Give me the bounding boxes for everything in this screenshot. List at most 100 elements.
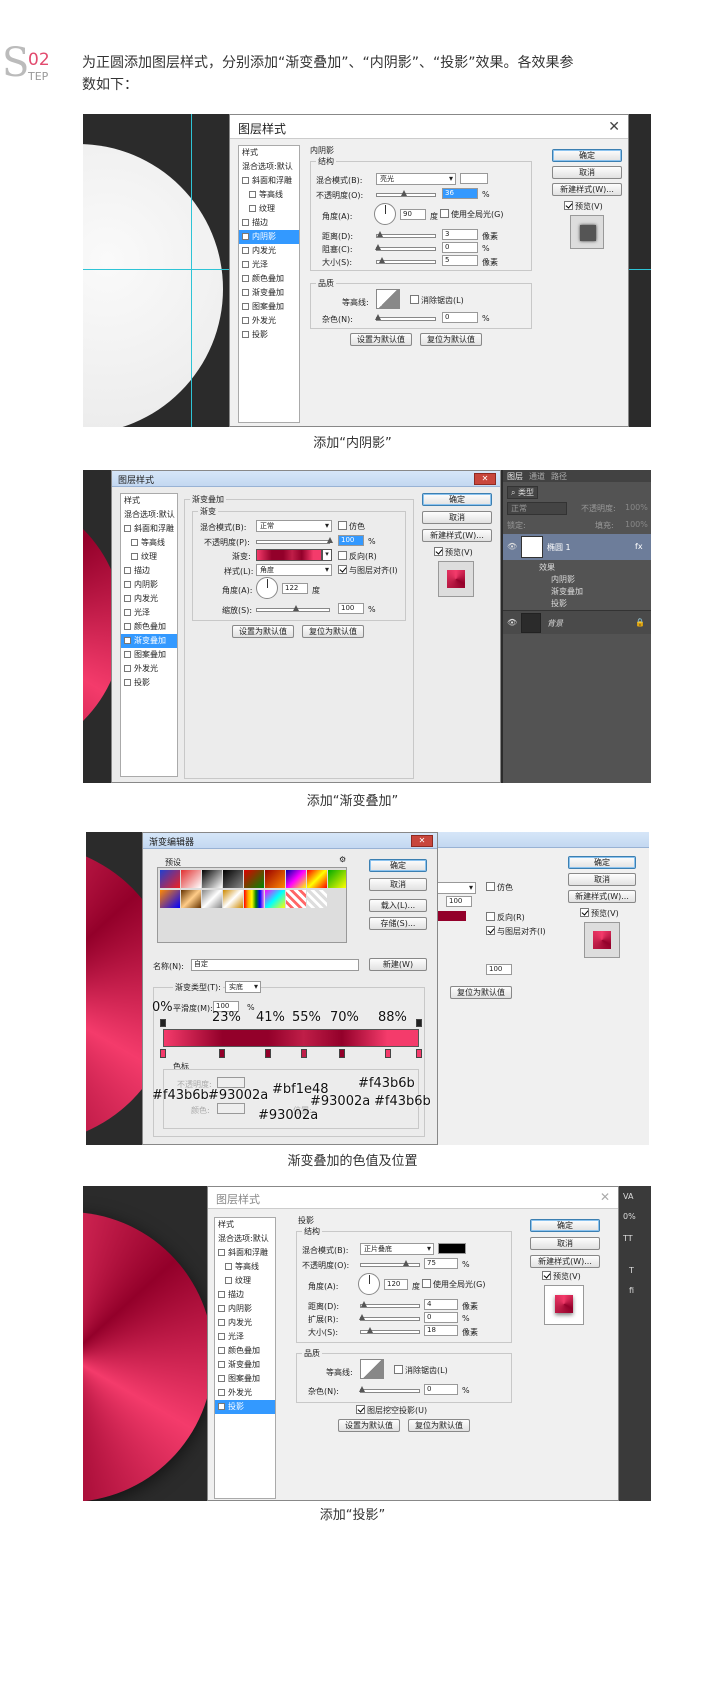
style-item[interactable]: 纹理 xyxy=(239,202,299,216)
spread-field[interactable]: 0 xyxy=(424,1312,458,1323)
size-slider[interactable] xyxy=(360,1327,420,1334)
opacity-slider[interactable] xyxy=(360,1260,420,1267)
name-field[interactable]: 自定 xyxy=(191,959,359,971)
effect-item[interactable]: 内阴影 xyxy=(551,574,575,585)
opacity-stop[interactable] xyxy=(416,1019,422,1027)
style-item[interactable]: 图案叠加 xyxy=(239,300,299,314)
spread-slider[interactable] xyxy=(359,1314,420,1321)
color-stop[interactable] xyxy=(219,1049,225,1058)
new-button[interactable]: 新建(W) xyxy=(369,958,427,971)
preset-swatch[interactable] xyxy=(265,890,285,908)
antialias-checkbox[interactable]: 消除锯齿(L) xyxy=(394,1365,448,1376)
bg-reset-button[interactable]: 复位为默认值 xyxy=(450,986,512,999)
style-item[interactable]: 内阴影 xyxy=(239,230,299,244)
style-item[interactable]: 光泽 xyxy=(239,258,299,272)
style-item[interactable]: 光泽 xyxy=(215,1330,275,1344)
choke-slider[interactable] xyxy=(375,244,436,251)
style-item[interactable]: 外发光 xyxy=(215,1386,275,1400)
close-icon[interactable]: ✕ xyxy=(411,835,433,847)
style-select[interactable]: 角度 xyxy=(256,564,332,576)
style-item[interactable]: 描边 xyxy=(239,216,299,230)
close-icon[interactable]: ✕ xyxy=(608,119,620,135)
preset-swatch[interactable] xyxy=(223,870,243,888)
new-style-button[interactable]: 新建样式(W)... xyxy=(422,529,492,542)
gradient-dropdown[interactable]: ▾ xyxy=(322,549,332,561)
style-item[interactable]: 描边 xyxy=(121,564,177,578)
style-item[interactable]: 投影 xyxy=(121,676,177,690)
cancel-button[interactable]: 取消 xyxy=(369,878,427,891)
angle-field[interactable]: 90 xyxy=(400,209,426,220)
style-item[interactable]: 描边 xyxy=(215,1288,275,1302)
style-item[interactable]: 纹理 xyxy=(215,1274,275,1288)
style-item[interactable]: 图案叠加 xyxy=(215,1372,275,1386)
contour-preview[interactable] xyxy=(376,289,400,309)
set-default-button[interactable]: 设置为默认值 xyxy=(232,625,294,638)
angle-dial[interactable] xyxy=(358,1273,380,1295)
bg-cancel-button[interactable]: 取消 xyxy=(568,873,636,886)
preset-swatch[interactable] xyxy=(181,890,201,908)
style-item[interactable]: 等高线 xyxy=(121,536,177,550)
size-field[interactable]: 5 xyxy=(442,255,478,266)
ok-button[interactable]: 确定 xyxy=(530,1219,600,1232)
color-stop[interactable] xyxy=(265,1049,271,1058)
preset-swatch[interactable] xyxy=(244,870,264,888)
style-item[interactable]: 颜色叠加 xyxy=(215,1344,275,1358)
preset-swatch[interactable] xyxy=(202,870,222,888)
style-item[interactable]: 等高线 xyxy=(215,1260,275,1274)
cancel-button[interactable]: 取消 xyxy=(552,166,622,179)
scale-field[interactable]: 100 xyxy=(338,603,364,614)
reset-default-button[interactable]: 复位为默认值 xyxy=(420,333,482,346)
style-item[interactable]: 斜面和浮雕 xyxy=(239,174,299,188)
style-item[interactable]: 内发光 xyxy=(239,244,299,258)
contour-preview[interactable] xyxy=(360,1359,384,1379)
noise-slider[interactable] xyxy=(375,314,436,321)
preview-checkbox[interactable]: 预览(V) xyxy=(542,1271,581,1282)
style-item[interactable]: 内发光 xyxy=(121,592,177,606)
set-default-button[interactable]: 设置为默认值 xyxy=(350,333,412,346)
scale-slider[interactable] xyxy=(256,605,330,612)
style-item[interactable]: 内阴影 xyxy=(121,578,177,592)
eye-icon[interactable]: 👁 xyxy=(507,618,517,627)
style-item[interactable]: 内发光 xyxy=(215,1316,275,1330)
preset-swatch[interactable] xyxy=(307,890,327,908)
distance-field[interactable]: 3 xyxy=(442,229,478,240)
preset-swatch[interactable] xyxy=(160,890,180,908)
preset-swatch[interactable] xyxy=(286,870,306,888)
layer-row-ellipse[interactable]: 👁 椭圆 1 fx xyxy=(503,534,651,560)
opacity-slider[interactable] xyxy=(256,537,333,544)
reverse-checkbox[interactable]: 反向(R) xyxy=(338,551,377,562)
preset-swatch[interactable] xyxy=(328,870,346,888)
bg-preview-checkbox[interactable]: 预览(V) xyxy=(580,908,619,919)
style-item[interactable]: 样式 xyxy=(121,494,177,508)
mode-select[interactable]: 正常 xyxy=(507,502,567,515)
ok-button[interactable]: 确定 xyxy=(552,149,622,162)
opacity-stop[interactable] xyxy=(160,1019,166,1027)
preset-swatch[interactable] xyxy=(244,890,264,908)
eye-icon[interactable]: 👁 xyxy=(507,542,517,551)
cancel-button[interactable]: 取消 xyxy=(530,1237,600,1250)
angle-dial[interactable] xyxy=(256,577,278,599)
style-item[interactable]: 渐变叠加 xyxy=(215,1358,275,1372)
style-item[interactable]: 样式 xyxy=(215,1218,275,1232)
tool-icon[interactable]: TT xyxy=(623,1234,633,1243)
blend-select[interactable]: 正常 xyxy=(256,520,332,532)
preset-swatch[interactable] xyxy=(223,890,243,908)
opacity-field[interactable]: 100 xyxy=(338,535,364,546)
load-button[interactable]: 载入(L)... xyxy=(369,899,427,912)
align-checkbox[interactable]: 与图层对齐(I) xyxy=(338,565,398,576)
close-icon[interactable]: ✕ xyxy=(600,1190,610,1204)
color-stop[interactable] xyxy=(160,1049,166,1058)
new-style-button[interactable]: 新建样式(W)... xyxy=(530,1255,600,1268)
preset-swatch[interactable] xyxy=(202,890,222,908)
effect-item[interactable]: 渐变叠加 xyxy=(551,586,583,597)
color-stop[interactable] xyxy=(301,1049,307,1058)
tab-paths[interactable]: 路径 xyxy=(551,471,567,482)
bg-new-style-button[interactable]: 新建样式(W)... xyxy=(568,890,636,903)
style-item[interactable]: 颜色叠加 xyxy=(121,620,177,634)
layer-row-background[interactable]: 👁 背景 🔒 xyxy=(503,610,651,634)
dither-checkbox[interactable]: 仿色 xyxy=(338,521,365,532)
bg-opacity[interactable]: 100 xyxy=(446,896,472,907)
bg-ok-button[interactable]: 确定 xyxy=(568,856,636,869)
tab-channels[interactable]: 通道 xyxy=(529,471,545,482)
noise-field[interactable]: 0 xyxy=(424,1384,458,1395)
